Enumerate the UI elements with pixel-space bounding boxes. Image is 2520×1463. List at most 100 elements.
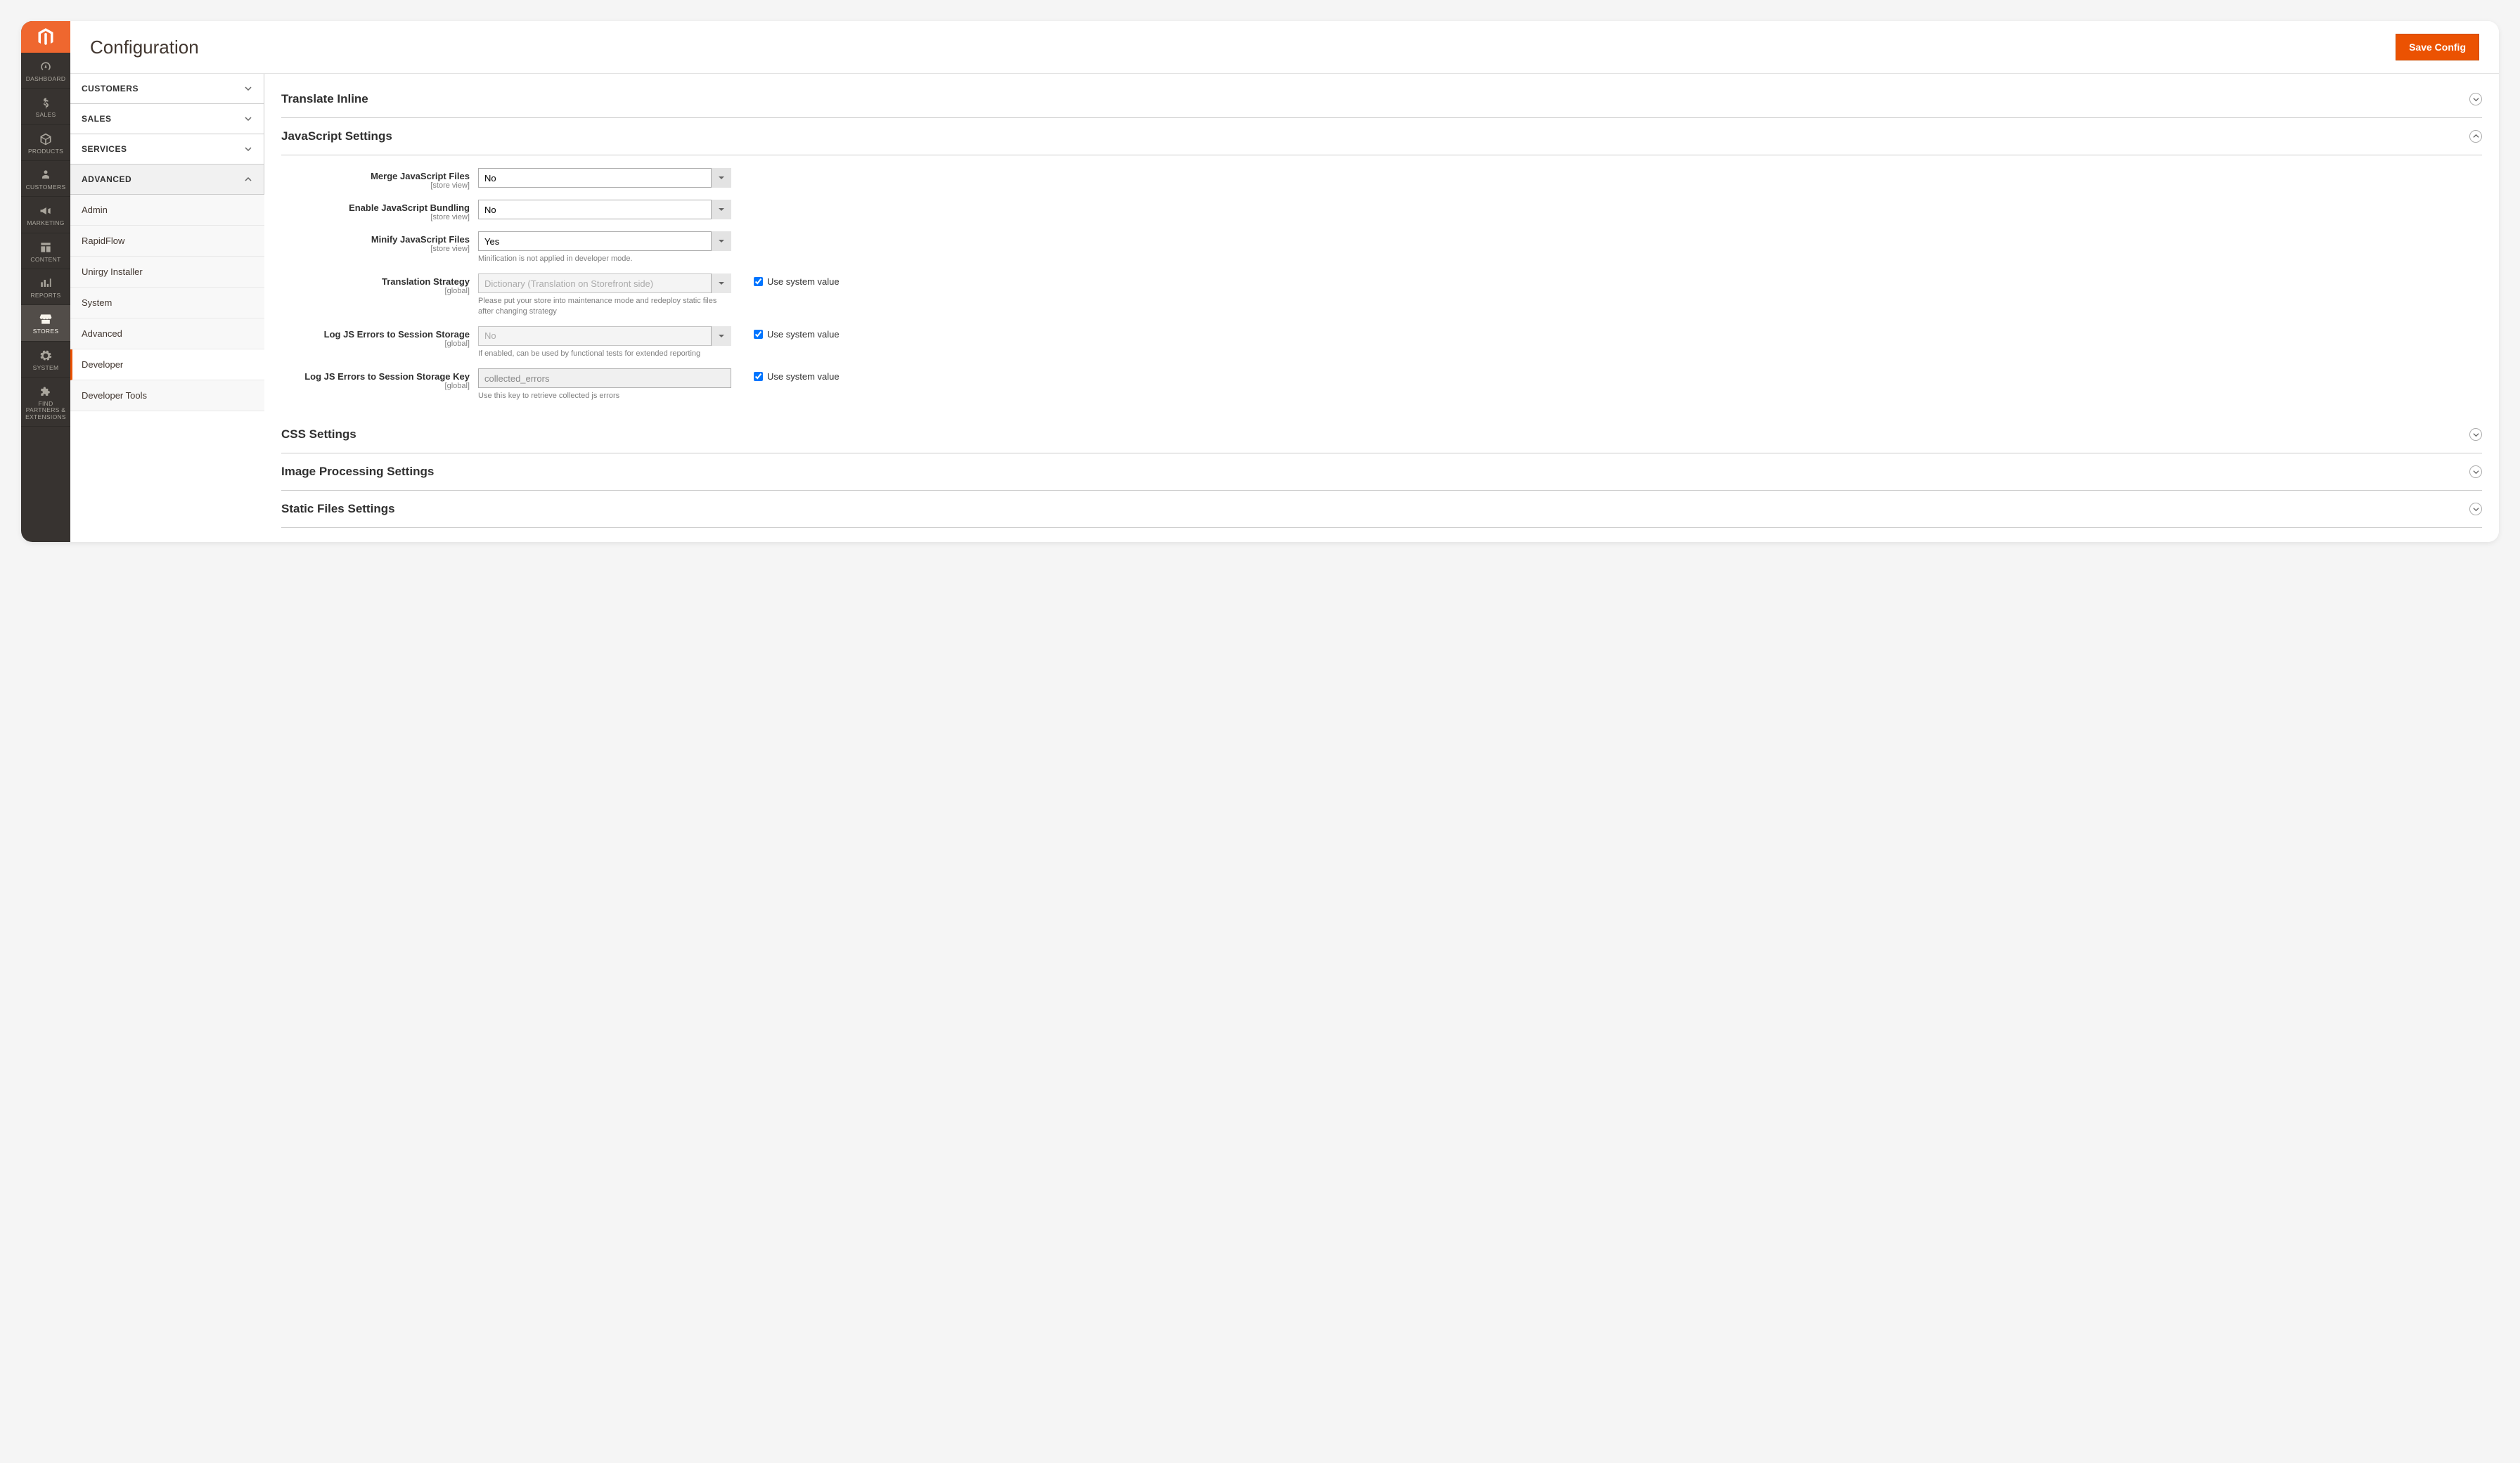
section-toggle-icon: [2469, 428, 2482, 441]
log_errors-use-system-checkbox[interactable]: [754, 330, 763, 339]
sub-item-developer-tools[interactable]: Developer Tools: [70, 380, 264, 411]
trans_strat-scope: [global]: [281, 287, 470, 295]
minify_js-select[interactable]: Yes: [478, 231, 731, 251]
bundle_js-label: Enable JavaScript Bundling: [281, 202, 470, 213]
minify_js-label: Minify JavaScript Files: [281, 234, 470, 245]
nav-item-content[interactable]: CONTENT: [21, 233, 70, 269]
minify_js-note: Minification is not applied in developer…: [478, 254, 731, 264]
chevron-up-icon: [244, 175, 252, 183]
nav-item-sales[interactable]: SALES: [21, 89, 70, 124]
bundle_js-select[interactable]: No: [478, 200, 731, 219]
tab-group-title: SALES: [82, 114, 112, 124]
log_errors-label: Log JS Errors to Session Storage: [281, 329, 470, 340]
page-title: Configuration: [90, 37, 199, 58]
trans_strat-select: Dictionary (Translation on Storefront si…: [478, 273, 731, 293]
section-body: Merge JavaScript Files[store view] No En…: [281, 155, 2482, 416]
section-javascript-settings[interactable]: JavaScript Settings: [281, 118, 2482, 155]
field-row-log_key: Log JS Errors to Session Storage Key[glo…: [281, 368, 2482, 401]
config-tabs: CUSTOMERS SALES SERVICES ADVANCED AdminR…: [70, 74, 264, 542]
nav-item-customers[interactable]: CUSTOMERS: [21, 161, 70, 197]
log_key-use-system-checkbox[interactable]: [754, 372, 763, 381]
tab-group-title: CUSTOMERS: [82, 84, 139, 94]
gauge-icon: [39, 60, 53, 74]
sub-item-developer[interactable]: Developer: [70, 349, 264, 380]
log_errors-scope: [global]: [281, 340, 470, 348]
section-title: Static Files Settings: [281, 502, 395, 516]
log_errors-note: If enabled, can be used by functional te…: [478, 349, 731, 359]
section-toggle-icon: [2469, 465, 2482, 478]
field-row-minify_js: Minify JavaScript Files[store view] Yes M…: [281, 231, 2482, 264]
nav-item-dashboard[interactable]: DASHBOARD: [21, 53, 70, 89]
merge_js-label: Merge JavaScript Files: [281, 171, 470, 181]
chevron-down-icon: [244, 145, 252, 153]
sub-item-system[interactable]: System: [70, 288, 264, 318]
nav-item-reports[interactable]: REPORTS: [21, 269, 70, 305]
nav-label: STORES: [24, 328, 68, 335]
tab-group-title: SERVICES: [82, 144, 127, 154]
section-title: Translate Inline: [281, 92, 368, 106]
nav-label: SYSTEM: [24, 365, 68, 371]
section-title: Image Processing Settings: [281, 465, 434, 479]
section-title: JavaScript Settings: [281, 129, 392, 143]
field-row-trans_strat: Translation Strategy[global] Dictionary …: [281, 273, 2482, 316]
tab-sub-list: AdminRapidFlowUnirgy InstallerSystemAdva…: [70, 195, 264, 411]
section-image-processing-settings[interactable]: Image Processing Settings: [281, 453, 2482, 491]
tab-group-customers[interactable]: CUSTOMERS: [70, 74, 264, 104]
section-toggle-icon: [2469, 503, 2482, 515]
nav-item-system[interactable]: SYSTEM: [21, 342, 70, 378]
merge_js-scope: [store view]: [281, 181, 470, 190]
log_key-input: [478, 368, 731, 388]
megaphone-icon: [39, 204, 53, 218]
section-toggle-icon: [2469, 93, 2482, 105]
section-toggle-icon: [2469, 130, 2482, 143]
sub-item-rapidflow[interactable]: RapidFlow: [70, 226, 264, 257]
tab-group-services[interactable]: SERVICES: [70, 134, 264, 165]
sub-item-advanced[interactable]: Advanced: [70, 318, 264, 349]
magento-logo[interactable]: [21, 21, 70, 53]
sub-item-unirgy-installer[interactable]: Unirgy Installer: [70, 257, 264, 288]
magento-icon: [36, 27, 56, 47]
nav-item-marketing[interactable]: MARKETING: [21, 197, 70, 233]
section-static-files-settings[interactable]: Static Files Settings: [281, 491, 2482, 528]
bundle_js-scope: [store view]: [281, 213, 470, 221]
trans_strat-label: Translation Strategy: [281, 276, 470, 287]
field-row-log_errors: Log JS Errors to Session Storage[global]…: [281, 326, 2482, 359]
use-system-label: Use system value: [767, 276, 840, 287]
box-icon: [39, 132, 53, 146]
log_key-scope: [global]: [281, 382, 470, 390]
person-icon: [39, 168, 53, 182]
minify_js-scope: [store view]: [281, 245, 470, 253]
chevron-down-icon: [244, 84, 252, 93]
log_key-label: Log JS Errors to Session Storage Key: [281, 371, 470, 382]
nav-item-find-partners-extensions[interactable]: FIND PARTNERS & EXTENSIONS: [21, 378, 70, 427]
tab-group-advanced[interactable]: ADVANCED: [70, 165, 264, 195]
sub-item-admin[interactable]: Admin: [70, 195, 264, 226]
nav-label: DASHBOARD: [24, 76, 68, 82]
chevron-down-icon: [244, 115, 252, 123]
log_errors-select: No: [478, 326, 731, 346]
config-form: Translate Inline JavaScript Settings Mer…: [264, 74, 2499, 542]
use-system-label: Use system value: [767, 371, 840, 382]
tab-group-title: ADVANCED: [82, 174, 131, 184]
log_key-note: Use this key to retrieve collected js er…: [478, 391, 731, 401]
dollar-icon: [39, 96, 53, 110]
trans_strat-use-system-checkbox[interactable]: [754, 277, 763, 286]
nav-item-stores[interactable]: STORES: [21, 305, 70, 341]
use-system-label: Use system value: [767, 329, 840, 340]
gear-icon: [39, 349, 53, 363]
puzzle-icon: [39, 385, 53, 399]
section-css-settings[interactable]: CSS Settings: [281, 416, 2482, 453]
layout-icon: [39, 240, 53, 254]
nav-label: SALES: [24, 112, 68, 118]
merge_js-select[interactable]: No: [478, 168, 731, 188]
tab-group-sales[interactable]: SALES: [70, 104, 264, 134]
section-title: CSS Settings: [281, 427, 356, 442]
admin-sidebar: DASHBOARD SALES PRODUCTS CUSTOMERS MARKE…: [21, 21, 70, 542]
field-row-bundle_js: Enable JavaScript Bundling[store view] N…: [281, 200, 2482, 221]
section-translate-inline[interactable]: Translate Inline: [281, 81, 2482, 118]
save-config-button[interactable]: Save Config: [2396, 34, 2479, 60]
nav-label: FIND PARTNERS & EXTENSIONS: [24, 401, 68, 420]
trans_strat-note: Please put your store into maintenance m…: [478, 296, 731, 316]
nav-item-products[interactable]: PRODUCTS: [21, 125, 70, 161]
nav-label: CONTENT: [24, 257, 68, 263]
